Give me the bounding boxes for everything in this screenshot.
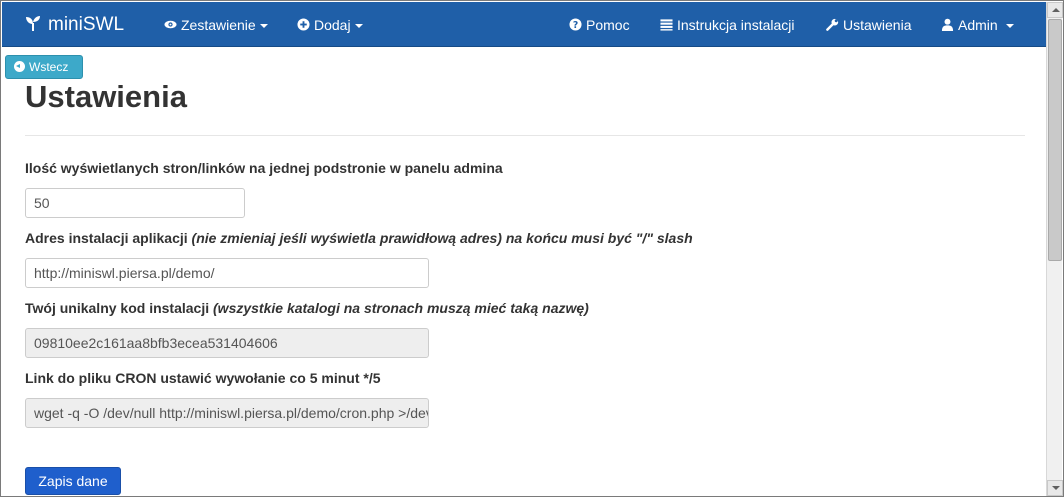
plus-circle-icon [297, 18, 310, 31]
address-label-tail: na końcu musi być "/" slash [505, 230, 693, 246]
scrollbar-thumb[interactable] [1048, 19, 1062, 261]
chevron-down-icon [259, 24, 268, 28]
chevron-down-icon [354, 24, 363, 28]
address-input[interactable]: http://miniswl.piersa.pl/demo/ [25, 258, 429, 288]
install-code-label: Twój unikalny kod instalacji (wszystkie … [25, 300, 589, 316]
nav-zestawienie-dropdown[interactable]: Zestawienie [164, 2, 268, 47]
page-title: Ustawienia [25, 79, 187, 114]
cron-command-field[interactable]: wget -q -O /dev/null http://miniswl.pier… [25, 398, 429, 428]
chevron-down-icon [1005, 24, 1014, 28]
back-button-label: Wstecz [29, 60, 69, 74]
divider [25, 135, 1025, 136]
install-code-field[interactable]: 09810ee2c161aa8bfb3ecea531404606 [25, 328, 429, 358]
nav-instrukcja-link[interactable]: Instrukcja instalacji [660, 2, 795, 47]
address-label: Adres instalacji aplikacji (nie zmieniaj… [25, 230, 693, 246]
brand-name: miniSWL [48, 14, 125, 35]
nav-pomoc-label: Pomoc [586, 17, 630, 33]
eye-icon [164, 20, 177, 29]
nav-dodaj-dropdown[interactable]: Dodaj [297, 2, 363, 47]
sprout-icon [26, 16, 40, 31]
question-circle-icon: ? [569, 18, 582, 31]
scroll-down-arrow-icon[interactable] [1047, 480, 1063, 496]
nav-admin-dropdown[interactable]: Admin [941, 2, 1014, 47]
nav-admin-label: Admin [958, 17, 998, 33]
nav-zestawienie-label: Zestawienie [181, 17, 256, 33]
nav-instrukcja-label: Instrukcja instalacji [677, 17, 795, 33]
scroll-up-arrow-icon[interactable] [1047, 2, 1063, 18]
address-hint: (nie zmieniaj jeśli wyświetla prawidłową… [191, 230, 502, 246]
nav-dodaj-label: Dodaj [314, 17, 351, 33]
browser-window: miniSWL Zestawienie Dodaj ? Pomoc Instru… [0, 0, 1064, 497]
top-navbar: miniSWL Zestawienie Dodaj ? Pomoc Instru… [2, 2, 1047, 47]
back-button[interactable]: Wstecz [5, 55, 83, 79]
user-icon [941, 18, 954, 31]
svg-text:?: ? [573, 20, 578, 31]
save-button[interactable]: Zapis dane [25, 467, 121, 495]
per-page-label: Ilość wyświetlanych stron/linków na jedn… [25, 160, 503, 176]
cron-label: Link do pliku CRON ustawić wywołanie co … [25, 370, 381, 386]
install-code-hint: (wszystkie katalogi na stronach muszą mi… [213, 300, 589, 316]
per-page-input[interactable]: 50 [25, 188, 245, 218]
vertical-scrollbar[interactable] [1046, 2, 1063, 496]
nav-ustawienia-label: Ustawienia [843, 17, 912, 33]
list-icon [660, 19, 673, 31]
brand-link[interactable]: miniSWL [24, 2, 124, 47]
wrench-icon [826, 18, 839, 31]
nav-pomoc-link[interactable]: ? Pomoc [569, 2, 630, 47]
nav-ustawienia-link[interactable]: Ustawienia [826, 2, 911, 47]
arrow-left-circle-icon [14, 61, 25, 72]
